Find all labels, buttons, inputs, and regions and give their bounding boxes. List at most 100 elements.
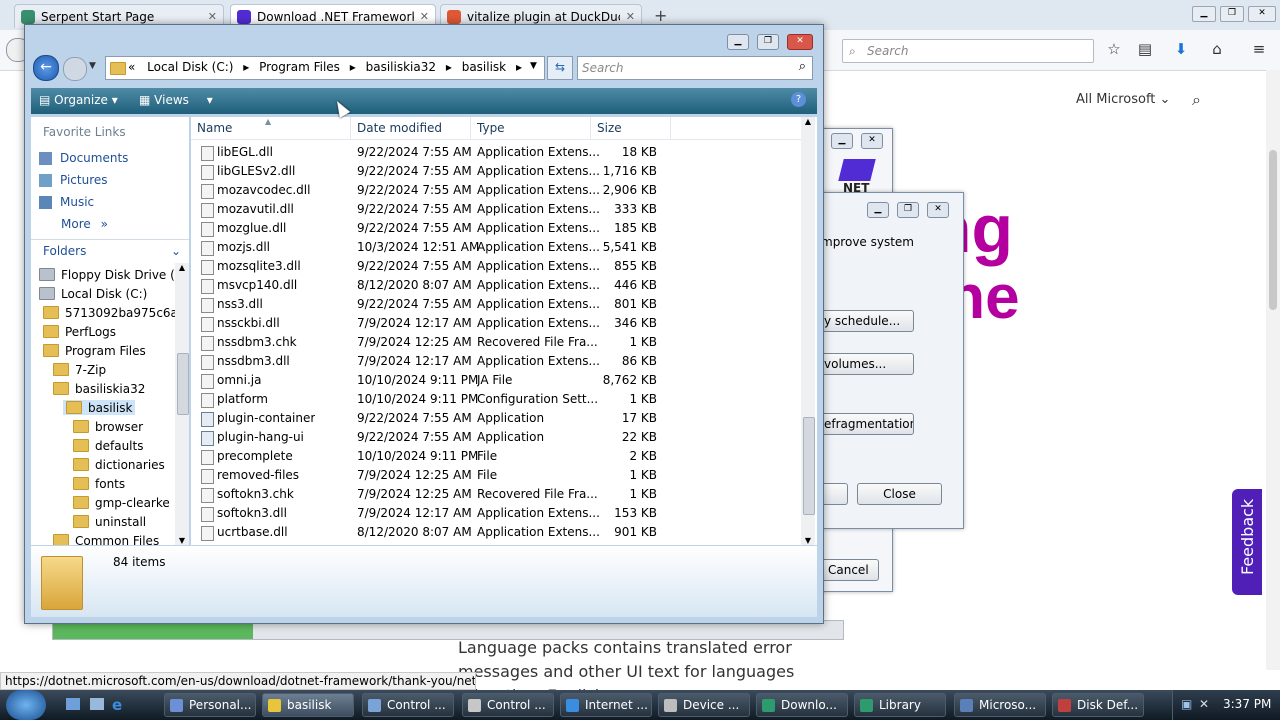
explorer-forward-button[interactable] <box>63 57 87 81</box>
scroll-up-arrow[interactable]: ▲ <box>801 117 815 126</box>
search-icon[interactable]: ⌕ <box>799 59 806 74</box>
tree-node[interactable]: Common Files <box>53 533 159 545</box>
defragment-now-button[interactable]: efragmentation <box>817 413 914 435</box>
installer-minimize-button[interactable]: ▁ <box>831 133 853 149</box>
window-minimize-button[interactable]: ▁ <box>1192 6 1216 22</box>
select-volumes-button[interactable]: volumes... <box>817 353 914 375</box>
explorer-close-button[interactable]: ✕ <box>787 34 813 50</box>
table-row[interactable]: nss3.dll 9/22/2024 7:55 AM Application Ext… <box>191 295 801 314</box>
new-tab-button[interactable]: + <box>654 6 667 25</box>
defrag-restore-button[interactable]: ❐ <box>897 202 919 218</box>
favorite-link-pictures[interactable]: Pictures <box>39 173 108 187</box>
explorer-maximize-button[interactable]: ❐ <box>757 34 779 50</box>
explorer-back-button[interactable]: ← <box>33 55 59 81</box>
scroll-up-arrow[interactable]: ▲ <box>175 263 189 272</box>
modify-schedule-button[interactable]: y schedule... <box>817 310 914 332</box>
tree-node[interactable]: Floppy Disk Drive (A <box>39 267 175 282</box>
column-header-name[interactable]: Name ▲ <box>191 117 351 139</box>
breadcrumb-overflow[interactable]: « <box>128 60 135 74</box>
table-row[interactable]: nssckbi.dll 7/9/2024 12:17 AM Application … <box>191 314 801 333</box>
taskbar-button[interactable]: Control ... <box>362 693 454 717</box>
explorer-search-input[interactable]: Search ⌕ <box>577 56 813 80</box>
tree-node[interactable]: basiliskia32 <box>53 381 145 396</box>
tree-node[interactable]: 5713092ba975c6ae <box>43 305 175 320</box>
help-icon[interactable]: ? <box>791 92 806 107</box>
table-row[interactable]: libEGL.dll 9/22/2024 7:55 AM Application E… <box>191 143 801 162</box>
favorite-link-music[interactable]: Music <box>39 195 94 209</box>
table-row[interactable]: mozsqlite3.dll 9/22/2024 7:55 AM Applicati… <box>191 257 801 276</box>
window-restore-button[interactable]: ❐ <box>1220 6 1244 22</box>
breadcrumb-local-disk[interactable]: Local Disk (C:) <box>147 60 233 74</box>
tree-node[interactable]: PerfLogs <box>43 324 116 339</box>
scrollbar-thumb[interactable] <box>803 417 815 515</box>
tree-node[interactable]: dictionaries <box>73 457 165 472</box>
breadcrumb-program-files[interactable]: Program Files <box>259 60 340 74</box>
download-icon[interactable]: ⬇ <box>1172 40 1190 58</box>
taskbar-button[interactable]: Internet ... <box>560 693 652 717</box>
home-icon[interactable]: ⌂ <box>1208 40 1226 58</box>
tree-node[interactable]: Local Disk (C:) <box>39 286 147 301</box>
installer-cancel-button[interactable]: Cancel <box>821 559 879 581</box>
tree-node[interactable]: defaults <box>73 438 143 453</box>
scrollbar-thumb[interactable] <box>1269 150 1277 310</box>
menu-icon[interactable]: ≡ <box>1250 40 1268 58</box>
tab-close-icon[interactable]: ✕ <box>620 10 635 23</box>
table-row[interactable]: msvcp140.dll 8/12/2020 8:07 AM Application… <box>191 276 801 295</box>
table-row[interactable]: mozavutil.dll 9/22/2024 7:55 AM Applicatio… <box>191 200 801 219</box>
refresh-button[interactable]: ⇆ <box>547 56 573 80</box>
tree-node[interactable]: gmp-clearke <box>73 495 170 510</box>
clock[interactable]: 3:37 PM <box>1223 697 1271 711</box>
address-bar[interactable]: « Local Disk (C:) ▸ Program Files ▸ basi… <box>105 56 545 80</box>
taskbar-button[interactable]: Disk Def... <box>1052 693 1144 717</box>
taskbar-button[interactable]: Library <box>854 693 946 717</box>
reading-list-icon[interactable]: ▤ <box>1136 40 1154 58</box>
column-header-date[interactable]: Date modified <box>351 117 471 139</box>
taskbar-button[interactable]: Control ... <box>462 693 554 717</box>
show-desktop-icon[interactable] <box>66 698 80 710</box>
table-row[interactable]: platform 10/10/2024 9:11 PM Configuration … <box>191 390 801 409</box>
breadcrumb-basilisk[interactable]: basilisk <box>462 60 506 74</box>
table-row[interactable]: precomplete 10/10/2024 9:11 PM File 2 KB <box>191 447 801 466</box>
views-menu[interactable]: ▦ Views ▾ <box>139 93 213 107</box>
taskbar-button[interactable]: Downlo... <box>756 693 848 717</box>
table-row[interactable]: mozglue.dll 9/22/2024 7:55 AM Application … <box>191 219 801 238</box>
folder-tree-scrollbar[interactable]: ▲ ▼ <box>175 263 189 545</box>
defrag-minimize-button[interactable]: ▁ <box>867 202 889 218</box>
tab-close-icon[interactable]: ✕ <box>414 10 429 23</box>
table-row[interactable]: libGLESv2.dll 9/22/2024 7:55 AM Applicatio… <box>191 162 801 181</box>
page-search-icon[interactable]: ⌕ <box>1192 90 1201 110</box>
network-icon[interactable]: ▣ <box>1181 697 1192 711</box>
favorite-link-more[interactable]: More » <box>61 217 108 231</box>
internet-explorer-icon[interactable]: e <box>112 696 122 714</box>
table-row[interactable]: softokn3.dll 7/9/2024 12:17 AM Application… <box>191 504 801 523</box>
tree-node[interactable]: 7-Zip <box>53 362 106 377</box>
file-list-scrollbar[interactable]: ▲ ▼ <box>801 117 815 545</box>
switch-windows-icon[interactable] <box>90 698 104 710</box>
tree-node[interactable]: fonts <box>73 476 125 491</box>
table-row[interactable]: omni.ja 10/10/2024 9:11 PM JA File 8,762 KB <box>191 371 801 390</box>
breadcrumb-separator[interactable]: ▸ <box>446 60 452 74</box>
bookmark-star-icon[interactable]: ☆ <box>1105 40 1123 58</box>
table-row[interactable]: mozavcodec.dll 9/22/2024 7:55 AM Applicati… <box>191 181 801 200</box>
feedback-button[interactable]: Feedback <box>1232 489 1262 595</box>
table-row[interactable]: nssdbm3.chk 7/9/2024 12:25 AM Recovered Fi… <box>191 333 801 352</box>
browser-search-input[interactable]: ⌕ Search <box>842 39 1094 63</box>
scrollbar-thumb[interactable] <box>177 353 189 415</box>
taskbar-button[interactable]: basilisk <box>262 693 354 717</box>
tree-node[interactable]: uninstall <box>73 514 146 529</box>
taskbar-button[interactable]: Microso... <box>954 693 1046 717</box>
tree-node[interactable]: Program Files <box>43 343 146 358</box>
table-row[interactable]: plugin-container 9/22/2024 7:55 AM Applica… <box>191 409 801 428</box>
table-row[interactable]: softokn3.chk 7/9/2024 12:25 AM Recovered F… <box>191 485 801 504</box>
tree-node[interactable]: browser <box>73 419 143 434</box>
taskbar-button[interactable]: Device ... <box>658 693 750 717</box>
installer-close-button[interactable]: ✕ <box>861 133 883 149</box>
organize-menu[interactable]: ▤ Organize ▾ <box>39 93 118 107</box>
volume-muted-icon[interactable]: ✕ <box>1199 697 1209 711</box>
recent-pages-dropdown[interactable]: ▼ <box>89 61 96 71</box>
defrag-close-dialog-button[interactable]: Close <box>857 483 942 505</box>
page-scrollbar[interactable] <box>1266 70 1280 670</box>
table-row[interactable]: mozjs.dll 10/3/2024 12:51 AM Application E… <box>191 238 801 257</box>
defrag-close-button[interactable]: ✕ <box>927 202 949 218</box>
breadcrumb-separator[interactable]: ▸ <box>516 60 522 74</box>
